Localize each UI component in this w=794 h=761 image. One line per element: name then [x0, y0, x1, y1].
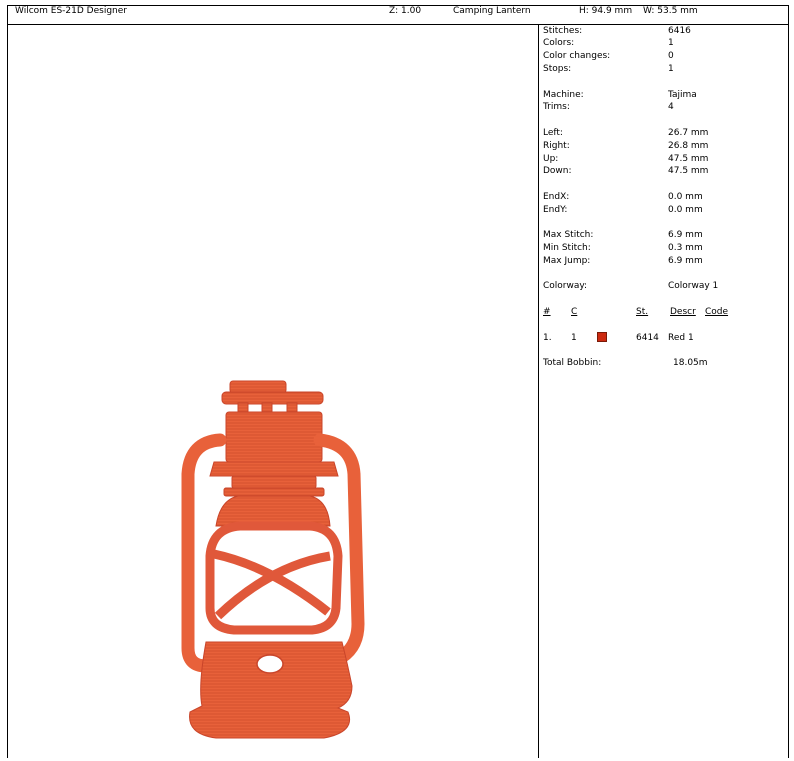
- stat-label: Right:: [543, 141, 570, 151]
- title-bar: Wilcom ES-21D Designer Z: 1.00 Camping L…: [7, 5, 789, 25]
- app-title: Wilcom ES-21D Designer: [15, 6, 127, 16]
- stat-label: Machine:: [543, 90, 584, 100]
- stat-value: 26.7 mm: [668, 128, 709, 138]
- stat-value: 4: [668, 102, 674, 112]
- stat-value: 0.0 mm: [668, 192, 703, 202]
- stat-value: 6.9 mm: [668, 256, 703, 266]
- color-row-c: 1: [571, 333, 577, 343]
- color-row-num: 1.: [543, 333, 552, 343]
- color-row-stitches: 6414: [636, 333, 659, 343]
- bobbin-label: Total Bobbin:: [543, 358, 602, 368]
- stat-label: Stitches:: [543, 26, 583, 36]
- stat-label: Stops:: [543, 64, 572, 74]
- lantern-embroidery-icon: [181, 380, 365, 739]
- stat-value: 6.9 mm: [668, 230, 703, 240]
- stat-label: Color changes:: [543, 51, 611, 61]
- col-header-st: St.: [636, 307, 649, 317]
- stat-label: Trims:: [543, 102, 570, 112]
- stat-value: 47.5 mm: [668, 154, 709, 164]
- stat-value: 1: [668, 64, 674, 74]
- stat-value: 0.3 mm: [668, 243, 703, 253]
- color-row-descr: Red 1: [668, 333, 694, 343]
- panel-divider: [538, 25, 539, 758]
- stat-label: Up:: [543, 154, 559, 164]
- stat-label: Colors:: [543, 38, 575, 48]
- stat-value: Colorway 1: [668, 281, 719, 291]
- stat-value: 0: [668, 51, 674, 61]
- stat-value: Tajima: [668, 90, 697, 100]
- stat-label: Down:: [543, 166, 572, 176]
- stat-label: EndY:: [543, 205, 568, 215]
- stat-value: 47.5 mm: [668, 166, 709, 176]
- col-header-descr: Descr: [670, 307, 696, 317]
- bobbin-value: 18.05m: [673, 358, 708, 368]
- stat-value: 0.0 mm: [668, 205, 703, 215]
- design-name: Camping Lantern: [453, 6, 531, 16]
- zoom-level: Z: 1.00: [389, 6, 422, 16]
- col-header-num: #: [543, 307, 551, 317]
- design-canvas[interactable]: [8, 26, 538, 758]
- stat-label: Min Stitch:: [543, 243, 591, 253]
- color-row[interactable]: 1.: [543, 333, 552, 343]
- stat-value: 6416: [668, 26, 691, 36]
- design-height: H: 94.9 mm: [579, 6, 633, 16]
- design-width: W: 53.5 mm: [643, 6, 698, 16]
- col-header-c: C: [571, 307, 578, 317]
- stat-label: Left:: [543, 128, 563, 138]
- stat-value: 26.8 mm: [668, 141, 709, 151]
- stat-value: 1: [668, 38, 674, 48]
- stat-label: Max Jump:: [543, 256, 591, 266]
- stat-label: EndX:: [543, 192, 570, 202]
- stat-label: Max Stitch:: [543, 230, 594, 240]
- color-swatch[interactable]: [597, 332, 607, 342]
- col-header-code: Code: [705, 307, 729, 317]
- stat-label: Colorway:: [543, 281, 588, 291]
